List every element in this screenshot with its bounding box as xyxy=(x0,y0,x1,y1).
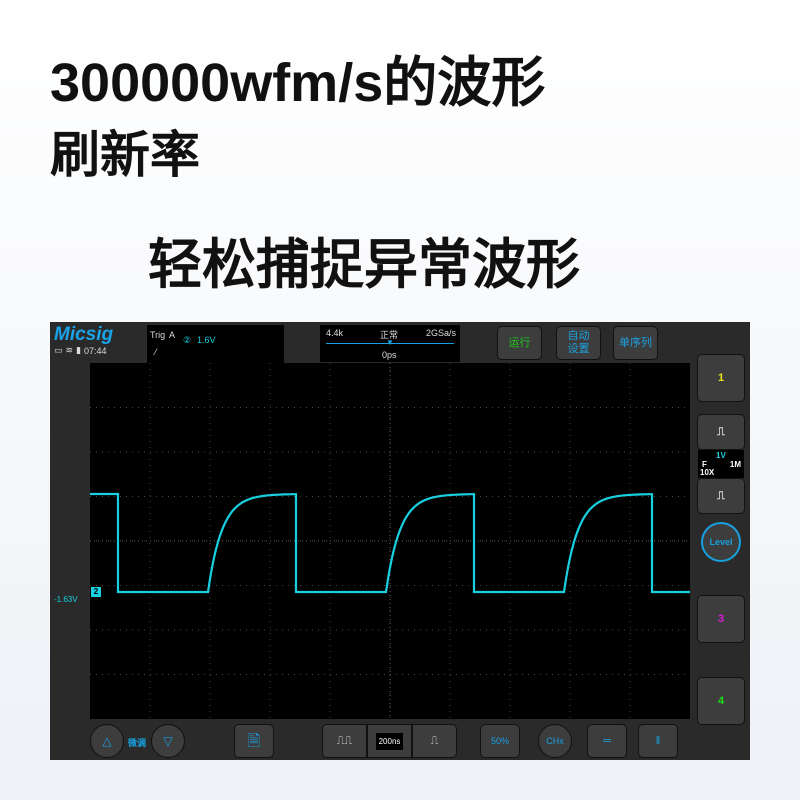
horizontal-cursor-icon: ═ xyxy=(603,734,611,747)
rising-edge-icon: ⁄ xyxy=(155,347,157,357)
waveform-svg xyxy=(90,363,690,719)
run-button[interactable]: 运行 xyxy=(497,326,542,360)
ch2-marker[interactable]: 2 xyxy=(91,587,101,597)
position-marker-icon: ▼ xyxy=(386,338,394,347)
ch2-info[interactable]: 1V F 1M 10X xyxy=(698,450,744,478)
timebase-slower-button[interactable]: ⎍ xyxy=(412,724,457,758)
save-button[interactable]: 🗎 xyxy=(234,724,274,758)
timebase-value: 200ns xyxy=(375,732,404,750)
battery-icon: ▮ xyxy=(76,345,82,355)
pulse-icon: ⎍ xyxy=(717,425,725,438)
timebase-panel[interactable]: 4.4k 正常 2GSa/s ▼ 0ps xyxy=(320,325,460,362)
ch3-button[interactable]: 3 xyxy=(697,595,745,643)
ch4-button[interactable]: 4 xyxy=(697,677,745,725)
ch2-volts: 1V xyxy=(716,451,726,460)
narrow-pulse-icon: ⎍⎍ xyxy=(336,734,353,747)
ch2-probe: 10X xyxy=(700,468,715,477)
trig-mode: A xyxy=(169,330,176,340)
chx-button[interactable]: CHx xyxy=(538,724,572,758)
trigger-level-knob[interactable]: Level xyxy=(701,522,741,562)
headline-line2: 刷新率 xyxy=(50,127,200,183)
status-bar: ▭ ≋ ▮ 07:44 xyxy=(54,345,107,356)
vertical-cursor-icon: ‖ xyxy=(655,734,661,747)
triangle-up-icon: △ xyxy=(102,734,112,748)
headline-line3: 轻松捕捉异常波形 xyxy=(148,235,580,295)
trig-label: Trig xyxy=(150,330,166,340)
single-button[interactable]: 单序列 xyxy=(613,326,658,360)
logo: Micsig xyxy=(54,324,114,345)
memory-depth: 4.4k xyxy=(326,328,344,338)
fifty-percent-button[interactable]: 50% xyxy=(480,724,520,758)
headline-line1: 300000wfm/s的波形 xyxy=(50,53,546,113)
ch1-button[interactable]: 1 xyxy=(697,354,745,402)
fine-down-button[interactable]: ▽ xyxy=(151,724,185,758)
fine-label: 微调 xyxy=(128,738,147,748)
auto-setup-button[interactable]: 自动 设置 xyxy=(556,326,601,360)
ch2-impedance: 1M xyxy=(729,460,741,469)
wide-pulse-icon: ⎍ xyxy=(430,734,439,747)
clock: 07:44 xyxy=(84,345,107,356)
timebase-faster-button[interactable]: ⎍⎍ xyxy=(322,724,367,758)
ch2-offset-label: -1.63V xyxy=(54,595,78,604)
oscilloscope-ui: Micsig ▭ ≋ ▮ 07:44 Trig A ② 1.6V ⁄ 4.4k … xyxy=(50,322,750,760)
ch2-scale-down-button[interactable]: ⎍ xyxy=(697,478,745,514)
pulse-icon: ⎍ xyxy=(717,489,725,502)
sample-rate: 2GSa/s xyxy=(425,328,456,338)
save-icon: 🗎 xyxy=(247,732,261,750)
trig-level: 1.6V xyxy=(197,335,216,345)
waveform-display[interactable] xyxy=(90,363,690,719)
horizontal-cursor-button[interactable]: ═ xyxy=(587,724,627,758)
wifi-icon: ≋ xyxy=(65,345,74,355)
trigger-panel[interactable]: Trig A ② 1.6V ⁄ xyxy=(147,325,284,363)
triangle-down-icon: ▽ xyxy=(163,734,173,748)
time-offset: 0ps xyxy=(382,350,397,360)
vertical-cursor-button[interactable]: ‖ xyxy=(638,724,678,758)
trig-channel: ② xyxy=(183,335,192,345)
fine-up-button[interactable]: △ xyxy=(90,724,124,758)
timebase-display[interactable]: 200ns xyxy=(367,724,412,758)
monitor-icon: ▭ xyxy=(54,345,63,355)
ch2-scale-up-button[interactable]: ⎍ xyxy=(697,414,745,450)
